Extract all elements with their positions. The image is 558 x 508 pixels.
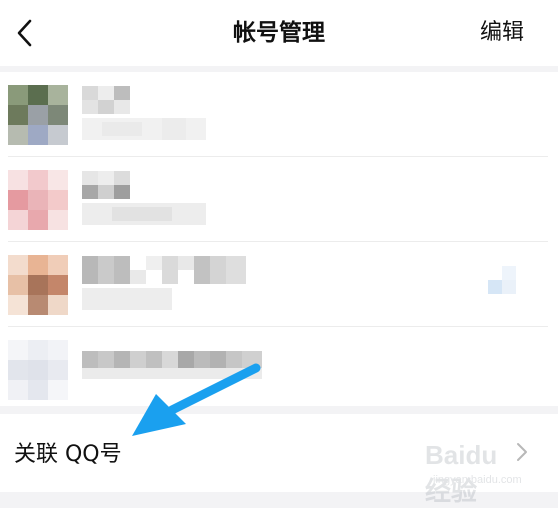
account-item[interactable] (0, 327, 558, 411)
account-name-blurred (82, 86, 130, 114)
account-name-blurred (82, 256, 246, 284)
account-item[interactable] (0, 242, 558, 326)
top-bar: 帐号管理 编辑 (0, 0, 558, 66)
baidu-watermark: Baidu 经验 jingyan.baidu.com (425, 440, 525, 506)
account-list (0, 72, 558, 406)
avatar (8, 340, 68, 400)
account-name-blurred (82, 171, 130, 199)
account-item[interactable] (0, 72, 558, 156)
page-title: 帐号管理 (233, 20, 325, 46)
avatar (8, 85, 68, 145)
link-qq-label: 关联 QQ号 (14, 442, 122, 467)
account-subtitle-blurred (82, 118, 206, 140)
account-subtitle-blurred (82, 203, 206, 225)
back-button[interactable] (6, 14, 42, 52)
account-subtitle-blurred (82, 288, 172, 310)
edit-button[interactable]: 编辑 (480, 16, 524, 50)
avatar (8, 170, 68, 230)
account-name-blurred (82, 351, 262, 379)
avatar (8, 255, 68, 315)
status-indicator-blurred (488, 266, 516, 294)
watermark-sub-text: jingyan.baidu.com (433, 474, 522, 486)
chevron-left-icon (17, 19, 32, 47)
account-item[interactable] (0, 157, 558, 241)
